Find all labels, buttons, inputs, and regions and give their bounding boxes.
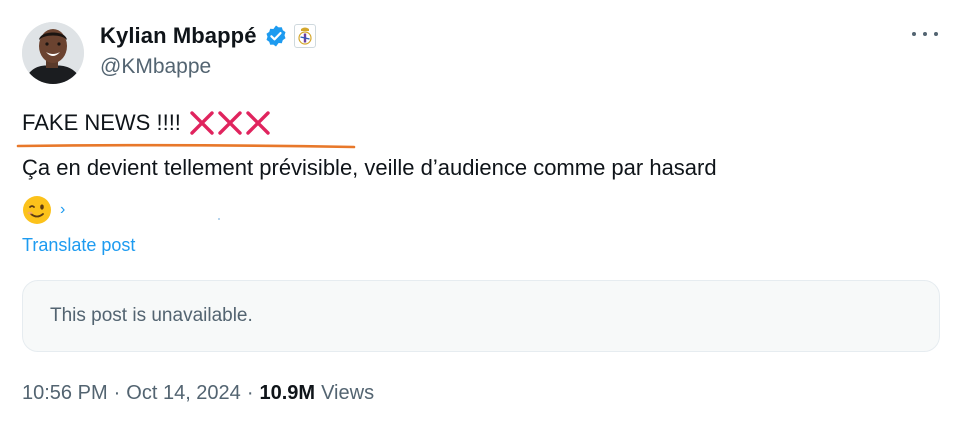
verified-badge-icon[interactable] [264, 24, 288, 48]
winking-face-emoji-icon [23, 196, 51, 224]
tweet: Kylian Mbappé @KMbappe FAKE NEWS !!!! Ça… [0, 0, 960, 432]
post-emoji-row: › [22, 194, 65, 226]
author-display-name[interactable]: Kylian Mbappé [100, 23, 257, 49]
post-date[interactable]: Oct 14, 2024 [126, 382, 241, 405]
cross-mark-icon [218, 111, 242, 135]
avatar-image [22, 22, 84, 84]
views-label: Views [321, 382, 375, 404]
translate-post-link[interactable]: Translate post [22, 235, 135, 256]
post-time[interactable]: 10:56 PM [22, 382, 108, 405]
separator: · [113, 382, 121, 404]
unavailable-message: This post is unavailable. [50, 305, 253, 326]
author-name-row: Kylian Mbappé [100, 20, 316, 52]
more-dot [934, 32, 938, 36]
quoted-post-unavailable-card[interactable]: This post is unavailable. [22, 280, 940, 352]
views-count[interactable]: 10.9M [259, 382, 315, 405]
annotation-underline [16, 143, 356, 149]
more-dot [923, 32, 927, 36]
cross-mark-icons [189, 110, 271, 136]
post-headline: FAKE NEWS !!!! [22, 110, 181, 135]
more-horizontal-icon[interactable] [912, 24, 938, 44]
avatar[interactable] [22, 22, 84, 84]
post-text-line-2: Ça en devient tellement prévisible, veil… [22, 155, 717, 180]
link-fragment[interactable]: › [60, 201, 65, 219]
cross-mark-icon [190, 111, 214, 135]
author-handle[interactable]: @KMbappe [100, 55, 211, 79]
cross-mark-icon [246, 111, 270, 135]
real-madrid-crest-icon[interactable] [293, 24, 316, 48]
post-metadata: 10:56 PM · Oct 14, 2024 · 10.9M Views [22, 382, 374, 405]
separator: · [246, 382, 254, 404]
post-text-line-1: FAKE NEWS !!!! [22, 110, 271, 136]
link-fragment-dot [218, 218, 220, 220]
more-dot [912, 32, 916, 36]
